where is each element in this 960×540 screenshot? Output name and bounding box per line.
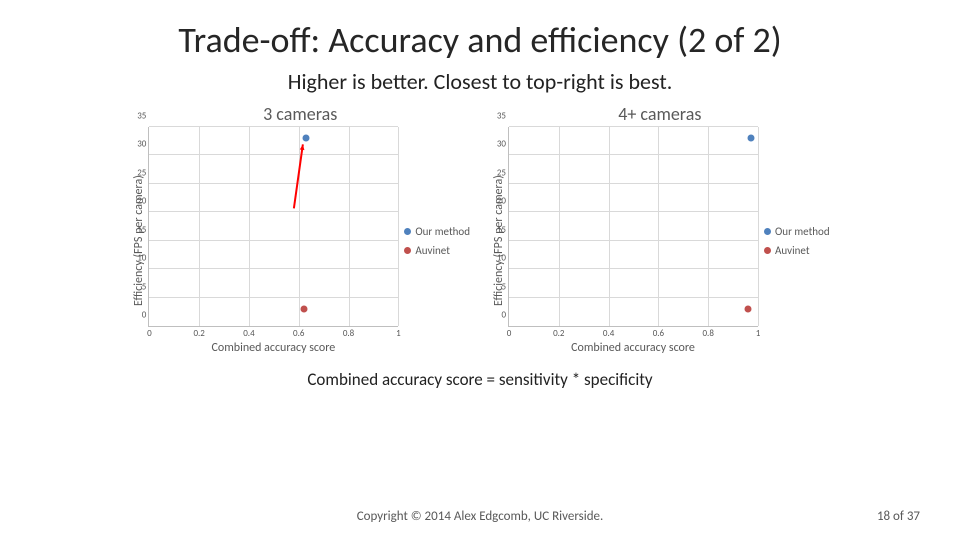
- gridline-v: [349, 127, 350, 326]
- gridline-h: [149, 211, 398, 212]
- data-point: [747, 135, 754, 142]
- ytick-label: 15: [137, 224, 149, 235]
- chart-title: 4+ cameras: [618, 103, 701, 125]
- ytick-label: 5: [142, 281, 150, 292]
- legend-marker-our: [404, 228, 411, 235]
- gridline-h: [149, 126, 398, 127]
- legend-label: Auvinet: [415, 244, 450, 257]
- xtick-label: 1: [396, 326, 401, 339]
- ytick-label: 10: [497, 253, 509, 264]
- ytick-label: 35: [137, 111, 149, 122]
- ytick-label: 30: [497, 139, 509, 150]
- ytick-label: 35: [497, 111, 509, 122]
- legend-item-auvinet: Auvinet: [764, 244, 830, 257]
- legend-marker-auvinet: [764, 247, 771, 254]
- footer-spacer: [40, 509, 110, 524]
- chart-4plus-cameras: 4+ cameras Efficiency (FPS per camera) 0…: [490, 103, 830, 355]
- plot-wrap: 0510152025303500.20.40.60.81 Combined ac…: [508, 127, 758, 355]
- plot-wrap: 0510152025303500.20.40.60.81 Combined ac…: [148, 127, 398, 355]
- legend-marker-auvinet: [404, 247, 411, 254]
- legend-label: Auvinet: [775, 244, 810, 257]
- y-axis-label: Efficiency (FPS per camera): [130, 127, 148, 355]
- gridline-v: [199, 127, 200, 326]
- xtick-label: 0.2: [553, 326, 564, 339]
- slide: Trade-off: Accuracy and efficiency (2 of…: [0, 0, 960, 540]
- page-title: Trade-off: Accuracy and efficiency (2 of…: [36, 18, 924, 62]
- gridline-h: [509, 240, 758, 241]
- ytick-label: 30: [137, 139, 149, 150]
- ytick-label: 0: [501, 310, 509, 321]
- gridline-v: [299, 127, 300, 326]
- gridline-h: [509, 154, 758, 155]
- gridline-v: [559, 127, 560, 326]
- y-axis-label: Efficiency (FPS per camera): [490, 127, 508, 355]
- gridline-v: [758, 127, 759, 326]
- charts-row: 3 cameras Efficiency (FPS per camera) 05…: [36, 103, 924, 355]
- data-point: [300, 305, 307, 312]
- gridline-h: [149, 297, 398, 298]
- subtitle: Higher is better. Closest to top-right i…: [36, 68, 924, 95]
- gridline-v: [658, 127, 659, 326]
- xtick-label: 0.6: [653, 326, 664, 339]
- legend: Our method Auvinet: [398, 127, 470, 355]
- xtick-label: 0.4: [603, 326, 614, 339]
- xtick-label: 0: [507, 326, 512, 339]
- chart-body: Efficiency (FPS per camera) 051015202530…: [490, 127, 830, 355]
- xtick-label: 1: [756, 326, 761, 339]
- formula-text: Combined accuracy score = sensitivity * …: [36, 369, 924, 390]
- page-number: 18 of 37: [850, 509, 920, 524]
- data-point: [745, 305, 752, 312]
- gridline-v: [249, 127, 250, 326]
- legend-item-our-method: Our method: [404, 225, 470, 238]
- gridline-h: [509, 211, 758, 212]
- gridline-v: [708, 127, 709, 326]
- ytick-label: 0: [142, 310, 150, 321]
- legend-label: Our method: [415, 225, 470, 238]
- ytick-label: 20: [137, 196, 149, 207]
- x-axis-label: Combined accuracy score: [148, 341, 398, 355]
- ytick-label: 25: [137, 167, 149, 178]
- chart-body: Efficiency (FPS per camera) 051015202530…: [130, 127, 470, 355]
- ytick-label: 10: [137, 253, 149, 264]
- ytick-label: 20: [497, 196, 509, 207]
- legend: Our method Auvinet: [758, 127, 830, 355]
- ytick-label: 25: [497, 167, 509, 178]
- gridline-v: [398, 127, 399, 326]
- legend-item-our-method: Our method: [764, 225, 830, 238]
- gridline-h: [149, 268, 398, 269]
- ytick-label: 15: [497, 224, 509, 235]
- gridline-h: [509, 126, 758, 127]
- footer: Copyright © 2014 Alex Edgcomb, UC Rivers…: [0, 509, 960, 524]
- xtick-label: 0.8: [702, 326, 713, 339]
- gridline-v: [609, 127, 610, 326]
- gridline-h: [509, 268, 758, 269]
- gridline-h: [149, 154, 398, 155]
- xtick-label: 0.8: [343, 326, 354, 339]
- gridline-h: [149, 183, 398, 184]
- xtick-label: 0.2: [193, 326, 204, 339]
- data-point: [303, 135, 310, 142]
- xtick-label: 0: [147, 326, 152, 339]
- gridline-h: [149, 240, 398, 241]
- chart-title: 3 cameras: [263, 103, 337, 125]
- legend-label: Our method: [775, 225, 830, 238]
- x-axis-label: Combined accuracy score: [508, 341, 758, 355]
- legend-item-auvinet: Auvinet: [404, 244, 470, 257]
- xtick-label: 0.4: [243, 326, 254, 339]
- legend-marker-our: [764, 228, 771, 235]
- gridline-h: [509, 297, 758, 298]
- xtick-label: 0.6: [293, 326, 304, 339]
- chart-3-cameras: 3 cameras Efficiency (FPS per camera) 05…: [130, 103, 470, 355]
- gridline-h: [509, 183, 758, 184]
- copyright: Copyright © 2014 Alex Edgcomb, UC Rivers…: [110, 509, 850, 524]
- scatter-plot: 0510152025303500.20.40.60.81: [508, 127, 758, 327]
- scatter-plot: 0510152025303500.20.40.60.81: [148, 127, 398, 327]
- ytick-label: 5: [501, 281, 509, 292]
